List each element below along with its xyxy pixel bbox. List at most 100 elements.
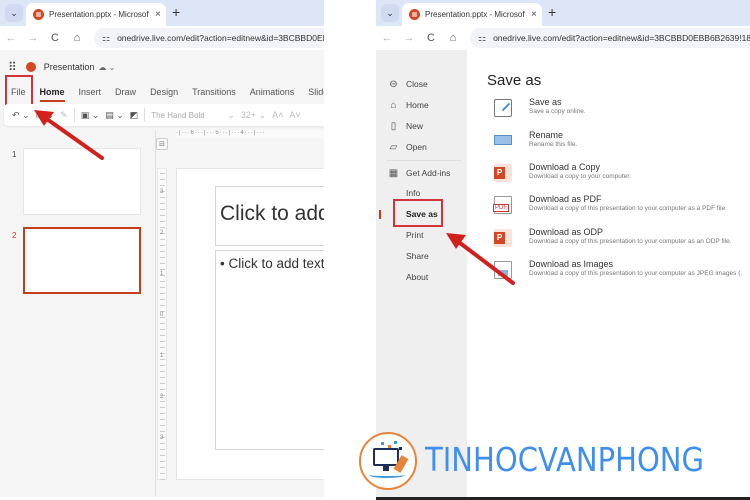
new-tab-button[interactable]: + xyxy=(548,4,556,20)
backstage-share[interactable]: Share xyxy=(406,248,429,264)
browser-tab[interactable]: Presentation.pptx - Microsoft P × xyxy=(402,3,542,26)
cloud-status-icon[interactable]: ☁ ⌄ xyxy=(98,63,115,72)
title-placeholder-text: Click to add title xyxy=(220,202,324,225)
back-icon[interactable]: ← xyxy=(376,32,398,44)
slide-canvas[interactable]: Click to add title • Click to add text xyxy=(176,168,324,480)
backstage-divider xyxy=(387,160,461,161)
backstage-new[interactable]: ▯ New xyxy=(387,118,423,134)
close-icon[interactable]: × xyxy=(155,9,161,20)
browser-tabstrip: ⌄ Presentation.pptx - Microsoft P × + xyxy=(376,0,750,26)
ruler-tick xyxy=(160,269,165,270)
address-bar[interactable]: ⚏ onedrive.live.com/edit?action=editnew&… xyxy=(470,28,750,48)
ruler-number: 3 xyxy=(160,435,164,441)
close-icon[interactable]: × xyxy=(531,9,537,20)
grow-font-button[interactable]: A˄ xyxy=(272,110,283,120)
ruler-tick xyxy=(160,413,165,414)
ruler-tick xyxy=(160,251,165,252)
app-header: ⠿ Presentation ☁ ⌄ xyxy=(0,55,324,79)
tab-home[interactable]: Home xyxy=(33,87,72,102)
backstage-home[interactable]: ⌂ Home xyxy=(387,97,428,113)
slide-thumbnail-2[interactable] xyxy=(23,227,141,294)
ruler-tick xyxy=(160,401,165,402)
option-description: Save a copy online. xyxy=(529,108,586,115)
horizontal-ruler: ·|···6···|···5···|···4···|··· xyxy=(176,130,324,138)
chevron-down-icon: ⌄ xyxy=(10,7,18,18)
backstage-add-ins-label: Get Add-ins xyxy=(406,168,451,178)
backstage-close[interactable]: ⊖ Close xyxy=(387,76,427,92)
backstage-screenshot: ⌄ Presentation.pptx - Microsoft P × + ← … xyxy=(376,0,750,497)
home-icon[interactable]: ⌂ xyxy=(442,32,464,44)
tab-search-button[interactable]: ⌄ xyxy=(5,4,23,22)
new-tab-button[interactable]: + xyxy=(172,4,180,20)
home-icon[interactable]: ⌂ xyxy=(66,32,88,44)
rename-icon xyxy=(494,135,512,145)
ruler-number: 1 xyxy=(160,271,164,277)
backstage-print[interactable]: Print xyxy=(406,227,423,243)
ruler-tick xyxy=(160,173,165,174)
format-painter-icon[interactable]: ✎ xyxy=(60,110,68,121)
tab-draw[interactable]: Draw xyxy=(108,87,143,97)
option-title: Rename xyxy=(529,130,564,140)
folder-open-icon: ▱ xyxy=(389,141,398,153)
tab-slide-show[interactable]: Slide Sh xyxy=(301,87,324,97)
ribbon-tabs: File Home Insert Draw Design Transitions… xyxy=(0,80,324,104)
address-bar[interactable]: ⚏ onedrive.live.com/edit?action=editnew&… xyxy=(94,28,324,48)
ribbon-toolbar: ↶ ⌄ ▭ ⌄ ✎ ▣ ⌄ ▤ ⌄ ◩ The Hand Bold ⌄ 32+ … xyxy=(4,104,324,126)
forward-icon[interactable]: → xyxy=(22,32,44,44)
shape-fill-icon[interactable]: ◩ xyxy=(130,110,139,121)
layout-button[interactable]: ▤ ⌄ xyxy=(105,110,124,121)
backstage-get-add-ins[interactable]: ▦ Get Add-ins xyxy=(387,165,451,181)
forward-icon[interactable]: → xyxy=(398,32,420,44)
option-save-as[interactable]: Save as Save a copy online. xyxy=(494,97,750,123)
document-title[interactable]: Presentation xyxy=(44,62,95,72)
pixel-dot xyxy=(399,447,402,450)
shrink-font-button[interactable]: A˅ xyxy=(289,110,300,120)
option-download-images[interactable]: Download as Images Download a copy of th… xyxy=(494,259,750,285)
option-download-odp[interactable]: Download as ODP Download a copy of this … xyxy=(494,227,750,253)
powerpoint-icon xyxy=(409,9,420,20)
browser-navbar: ← → C ⌂ ⚏ onedrive.live.com/edit?action=… xyxy=(0,26,324,50)
pane-divider[interactable] xyxy=(155,130,156,497)
url-text: onedrive.live.com/edit?action=editnew&id… xyxy=(493,33,750,43)
tab-search-button[interactable]: ⌄ xyxy=(381,4,399,22)
option-download-pdf[interactable]: Download as PDF Download a copy of this … xyxy=(493,194,750,220)
browser-tab[interactable]: Presentation.pptx - Microsoft P × xyxy=(26,3,166,26)
slide-thumbnail-1[interactable] xyxy=(23,148,141,215)
backstage-about[interactable]: About xyxy=(406,269,428,285)
site-info-icon[interactable]: ⚏ xyxy=(102,33,110,44)
option-download-copy[interactable]: Download a Copy Download a copy to your … xyxy=(494,162,750,188)
home-icon: ⌂ xyxy=(390,99,397,111)
option-rename[interactable]: Rename Rename this file. xyxy=(494,130,750,156)
tab-design[interactable]: Design xyxy=(143,87,185,97)
ruler-number: 2 xyxy=(160,394,164,400)
font-size-select[interactable]: 32+ ⌄ xyxy=(241,110,266,121)
title-placeholder[interactable]: Click to add title xyxy=(215,186,324,246)
back-icon[interactable]: ← xyxy=(0,32,22,44)
tab-insert[interactable]: Insert xyxy=(72,87,109,97)
paste-button[interactable]: ▭ ⌄ xyxy=(36,110,55,121)
site-info-icon[interactable]: ⚏ xyxy=(478,33,486,44)
backstage-open[interactable]: ▱ Open xyxy=(387,139,427,155)
ruler-tick xyxy=(160,419,165,420)
reload-icon[interactable]: C xyxy=(420,32,442,44)
font-name-select[interactable]: The Hand Bold xyxy=(151,111,221,120)
new-slide-button[interactable]: ▣ ⌄ xyxy=(81,110,100,121)
powerpoint-file-icon xyxy=(494,164,512,182)
ruler-tick xyxy=(160,305,165,306)
pane-toggle-icon[interactable]: ⊟ xyxy=(156,138,168,150)
tab-transitions[interactable]: Transitions xyxy=(185,87,243,97)
ruler-tick xyxy=(160,299,165,300)
app-launcher-icon[interactable]: ⠿ xyxy=(8,60,17,74)
thumbnail-number: 2 xyxy=(12,231,17,240)
monitor-icon xyxy=(373,448,399,466)
tab-animations[interactable]: Animations xyxy=(243,87,302,97)
body-placeholder[interactable]: • Click to add text xyxy=(215,250,324,450)
ruler-tick xyxy=(160,329,165,330)
monitor-stand xyxy=(383,466,389,471)
pixel-dot xyxy=(394,441,397,444)
ruler-number: 3 xyxy=(160,189,164,195)
undo-button[interactable]: ↶ ⌄ xyxy=(12,110,30,121)
reload-icon[interactable]: C xyxy=(44,32,66,44)
font-dropdown-icon[interactable]: ⌄ xyxy=(227,110,235,121)
ruler-tick xyxy=(160,341,165,342)
